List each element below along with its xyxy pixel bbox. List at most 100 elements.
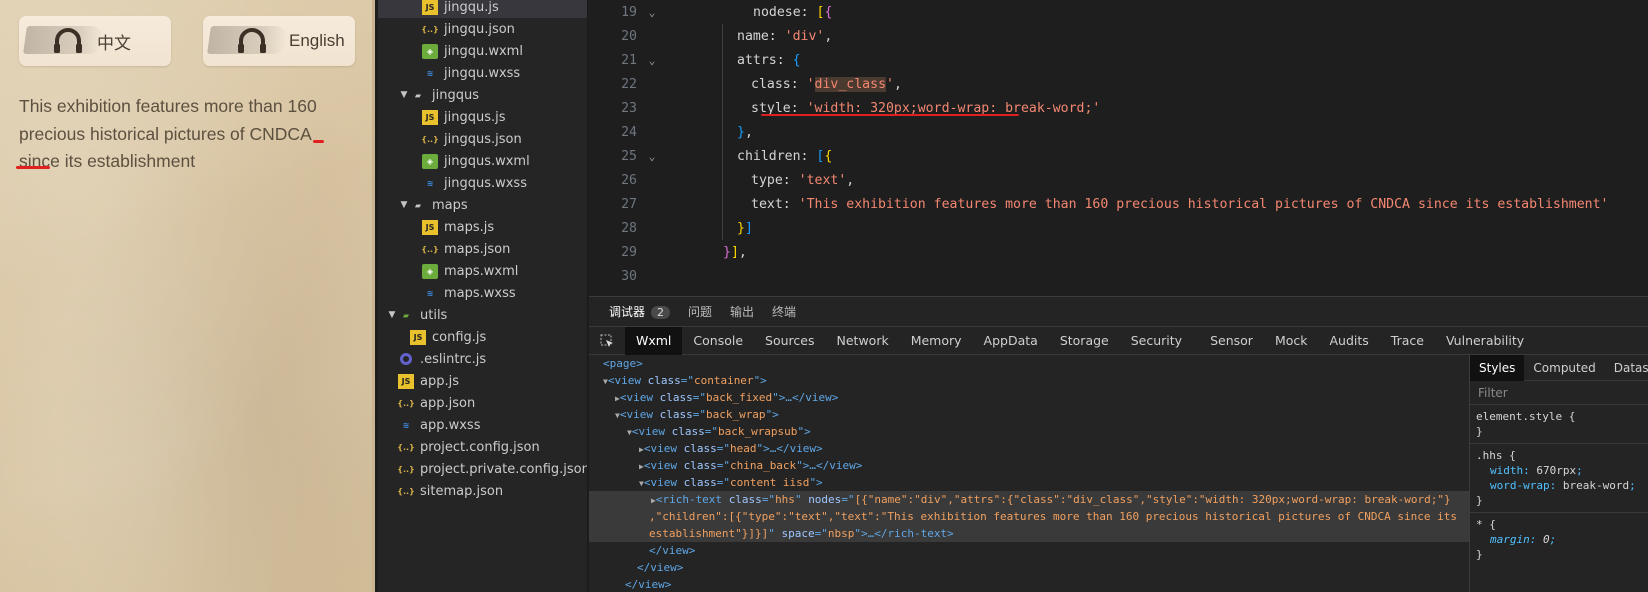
tab-sensor[interactable]: Sensor — [1199, 327, 1264, 355]
tree-item-label: jingqu.wxml — [444, 43, 523, 59]
dom-node[interactable]: <page> — [589, 355, 1469, 372]
wxss-file-icon: ≋ — [426, 288, 434, 298]
fold-chevron-icon[interactable]: ⌄ — [637, 150, 667, 163]
tab-wxml[interactable]: Wxml — [625, 326, 683, 355]
chinese-language-button[interactable]: 中文 — [19, 16, 171, 66]
line-number: 19 — [621, 4, 637, 20]
fold-chevron-icon[interactable]: ⌄ — [637, 6, 667, 19]
tab-security[interactable]: Security — [1120, 327, 1193, 355]
style-value[interactable]: 0 — [1543, 533, 1550, 546]
code-line: 30 — [589, 264, 1648, 288]
code-token: attrs — [737, 52, 777, 68]
tab-appdata[interactable]: AppData — [973, 327, 1049, 355]
json-file-icon: {..} — [397, 486, 415, 496]
tab-memory[interactable]: Memory — [900, 327, 973, 355]
tree-file[interactable]: .eslintrc.js — [378, 348, 587, 370]
tab-network[interactable]: Network — [826, 327, 900, 355]
dom-node[interactable]: ▼<view class="back_wrap"> — [589, 406, 1469, 423]
dom-node[interactable]: ▶<view class="china_back">…</view> — [589, 457, 1469, 474]
code-string: 'This exhibition features more than 160 … — [798, 196, 1609, 212]
tab-output[interactable]: 输出 — [730, 303, 754, 320]
english-language-button[interactable]: English — [203, 16, 355, 66]
code-editor[interactable]: 19 ⌄ nodese: [{ 20 name: 'div', 21 ⌄ att… — [589, 0, 1648, 296]
style-value[interactable]: break-word — [1563, 479, 1629, 492]
json-file-icon: {..} — [421, 24, 439, 34]
tab-problems[interactable]: 问题 — [688, 303, 712, 320]
tree-file[interactable]: JS app.js — [378, 370, 587, 392]
tab-dataset[interactable]: Dataset — [1605, 355, 1648, 381]
dom-node[interactable]: ▶<view class="head">…</view> — [589, 440, 1469, 457]
selected-rich-text-node[interactable]: ▶<rich-text class="hhs" nodes="[{"name":… — [589, 491, 1469, 508]
chinese-button-label: 中文 — [97, 33, 131, 53]
code-line: 21 ⌄ attrs: { — [589, 48, 1648, 72]
dom-node[interactable]: </view> — [589, 559, 1469, 576]
js-file-icon: JS — [410, 329, 426, 345]
tree-item-label: jingqus.wxml — [444, 153, 530, 169]
tree-file[interactable]: {..} app.json — [378, 392, 587, 414]
line-number: 27 — [621, 196, 637, 212]
tree-folder[interactable]: ▼ ▰ jingqus — [378, 84, 587, 106]
wxss-file-icon: ≋ — [402, 420, 410, 430]
tree-file[interactable]: {..} jingqus.json — [378, 128, 587, 150]
tree-folder[interactable]: ▼ ▰ maps — [378, 194, 587, 216]
tree-folder[interactable]: ▼ ▰ utils — [378, 304, 587, 326]
styles-filter-input[interactable]: Filter — [1470, 381, 1648, 405]
tree-file[interactable]: ≋ jingqus.wxss — [378, 172, 587, 194]
tab-sources[interactable]: Sources — [754, 327, 825, 355]
tree-file[interactable]: {..} jingqu.json — [378, 18, 587, 40]
tree-file[interactable]: ◈ maps.wxml — [378, 260, 587, 282]
tree-file[interactable]: ≋ maps.wxss — [378, 282, 587, 304]
tree-file[interactable]: {..} maps.json — [378, 238, 587, 260]
tab-styles[interactable]: Styles — [1470, 355, 1525, 381]
tree-item-label: jingqus.wxss — [444, 175, 527, 191]
style-value[interactable]: 670rpx — [1536, 464, 1576, 477]
annotation-underline — [313, 140, 324, 143]
line-number: 28 — [621, 220, 637, 236]
tab-storage[interactable]: Storage — [1049, 327, 1120, 355]
tab-vulnerability[interactable]: Vulnerability — [1435, 327, 1535, 355]
inspect-element-icon[interactable] — [589, 327, 625, 355]
tab-trace[interactable]: Trace — [1380, 327, 1435, 355]
exhibition-description-text: This exhibition features more than 160 p… — [19, 96, 317, 171]
tree-file[interactable]: ◈ jingqu.wxml — [378, 40, 587, 62]
dom-node[interactable]: </view> — [589, 542, 1469, 559]
tree-file[interactable]: ◈ jingqus.wxml — [378, 150, 587, 172]
wxml-file-icon: ◈ — [422, 263, 438, 279]
tree-file[interactable]: JS jingqus.js — [378, 106, 587, 128]
tree-file[interactable]: ≋ app.wxss — [378, 414, 587, 436]
eslint-file-icon — [400, 353, 412, 365]
tab-computed[interactable]: Computed — [1524, 355, 1604, 381]
chevron-down-icon[interactable]: ▼ — [386, 310, 398, 320]
selected-rich-text-node[interactable]: ,"children":[{"type":"text","text":"This… — [589, 508, 1469, 525]
tree-file[interactable]: {..} project.config.json — [378, 436, 587, 458]
tree-file[interactable]: JS config.js — [378, 326, 587, 348]
dom-node[interactable]: </view> — [589, 576, 1469, 592]
tree-file[interactable]: {..} sitemap.json — [378, 480, 587, 502]
tab-console[interactable]: Console — [682, 327, 754, 355]
dom-node[interactable]: ▼<view class="container"> — [589, 372, 1469, 389]
dom-node[interactable]: ▼<view class="content iisd"> — [589, 474, 1469, 491]
tree-file[interactable]: JS maps.js — [378, 216, 587, 238]
chevron-down-icon[interactable]: ▼ — [398, 200, 410, 210]
tree-file[interactable]: JS jingqu.js — [378, 0, 587, 18]
json-file-icon: {..} — [421, 134, 439, 144]
fold-chevron-icon[interactable]: ⌄ — [637, 54, 667, 67]
tab-mock[interactable]: Mock — [1264, 327, 1319, 355]
tab-debugger[interactable]: 调试器 2 — [609, 303, 671, 320]
devtools-tab-bar: Wxml Console Sources Network Memory AppD… — [589, 326, 1648, 355]
code-line: 28 }] — [589, 216, 1648, 240]
line-number: 29 — [621, 244, 637, 260]
folder-icon: ▰ — [414, 90, 422, 100]
js-file-icon: JS — [422, 109, 438, 125]
dom-node[interactable]: ▶<view class="back_fixed">…</view> — [589, 389, 1469, 406]
tree-file[interactable]: ≋ jingqu.wxss — [378, 62, 587, 84]
chevron-down-icon[interactable]: ▼ — [398, 90, 410, 100]
line-number: 30 — [621, 268, 637, 284]
dom-node[interactable]: ▼<view class="back_wrapsub"> — [589, 423, 1469, 440]
tab-audits[interactable]: Audits — [1319, 327, 1380, 355]
code-string: 'div' — [784, 28, 825, 44]
selected-rich-text-node[interactable]: establishment"}]}]" space="nbsp">…</rich… — [589, 525, 1469, 542]
tree-file[interactable]: {..} project.private.config.json — [378, 458, 587, 480]
style-rule: .hhs { width: 670rpx; word-wrap: break-w… — [1470, 444, 1648, 513]
tab-terminal[interactable]: 终端 — [772, 303, 796, 320]
